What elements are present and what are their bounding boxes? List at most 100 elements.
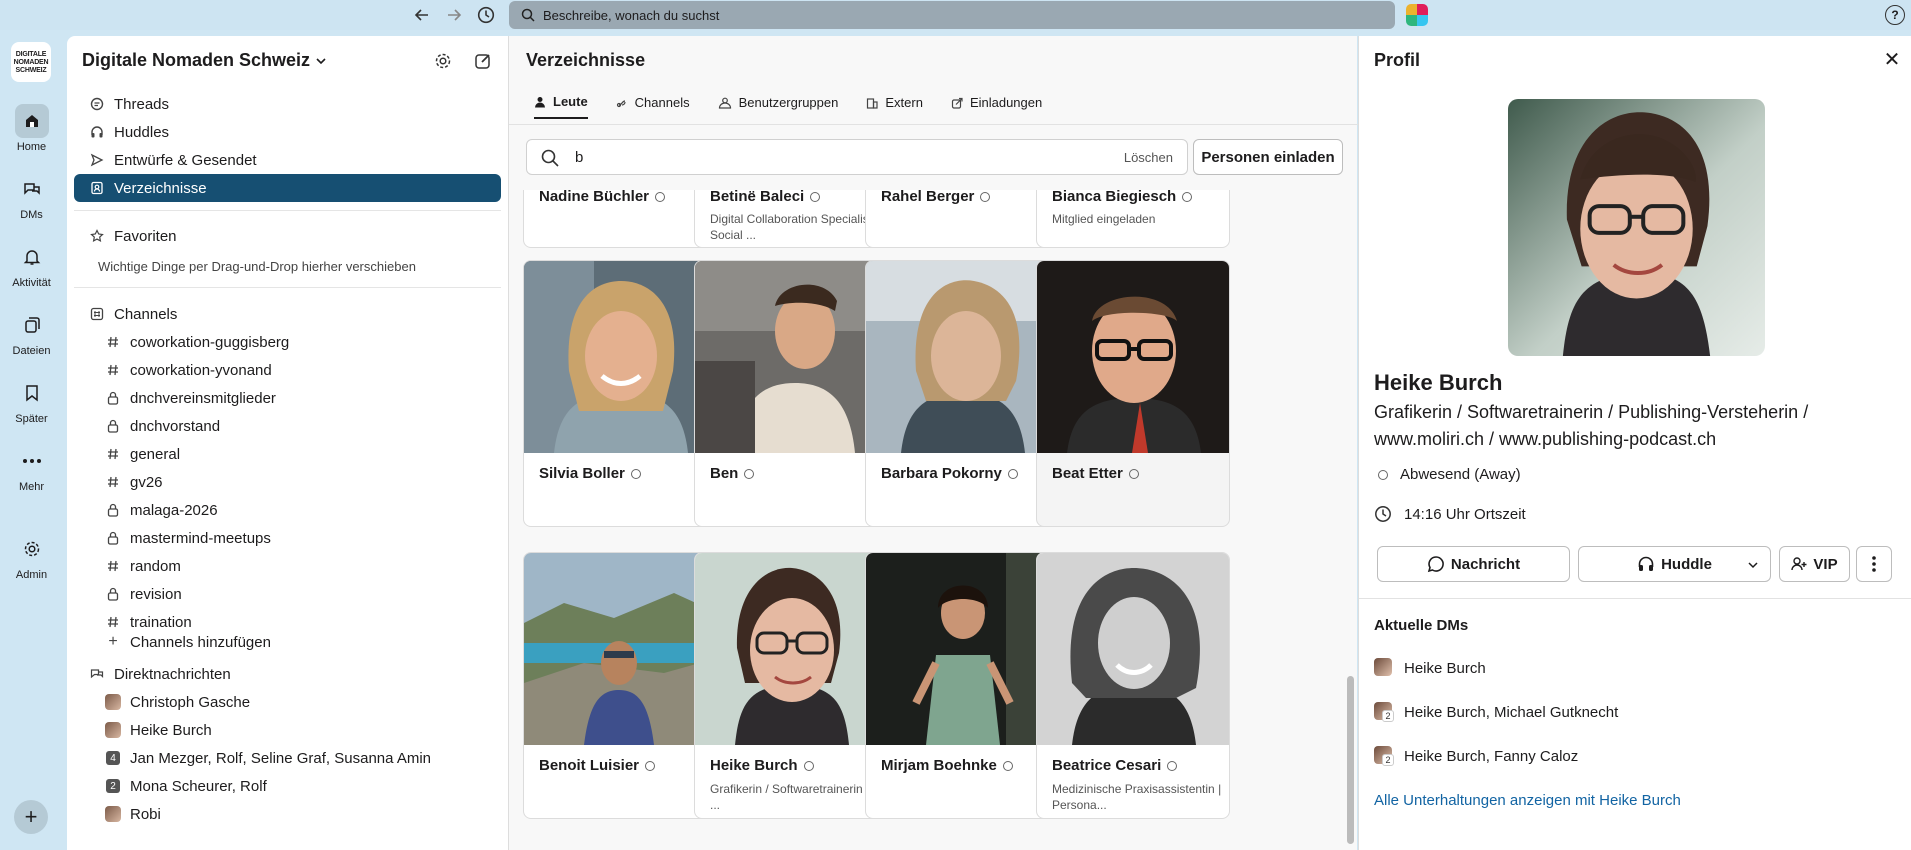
top-bar: Beschreibe, wonach du suchst ? — [0, 0, 1911, 30]
sidebar-channel-coworkation-yvonand[interactable]: coworkation-yvonand — [74, 356, 501, 384]
bookmark-icon — [15, 376, 49, 410]
recent-dms-heading: Aktuelle DMs — [1374, 617, 1469, 634]
chevron-down-icon[interactable] — [1748, 561, 1758, 569]
recent-dm-item[interactable]: Heike Burch — [1374, 658, 1486, 678]
huddle-button[interactable]: Huddle — [1578, 546, 1771, 582]
sidebar-dm-item[interactable]: 2 Mona Scheurer, Rolf — [74, 772, 501, 800]
compose-icon[interactable] — [472, 50, 494, 72]
person-card[interactable]: Benoit Luisier — [523, 552, 717, 819]
sidebar-channel-random[interactable]: random — [74, 552, 501, 580]
help-icon[interactable]: ? — [1885, 5, 1905, 25]
message-button[interactable]: Nachricht — [1377, 546, 1570, 582]
person-card[interactable]: Barbara Pokorny — [865, 260, 1059, 527]
sidebar-channel-dnchvorstand[interactable]: dnchvorstand — [74, 412, 501, 440]
tab-invitations[interactable]: Einladungen — [951, 94, 1042, 119]
sidebar-item-drafts[interactable]: Entwürfe & Gesendet — [74, 146, 501, 174]
person-card[interactable]: Silvia Boller — [523, 260, 717, 527]
hash-icon — [104, 616, 122, 628]
gear-icon — [15, 532, 49, 566]
person-card[interactable]: Heike Burch Grafikerin / Softwaretraineri… — [694, 552, 888, 819]
vip-button[interactable]: VIP — [1779, 546, 1850, 582]
rail-dms-label: DMs — [20, 209, 43, 221]
sidebar-item-huddles[interactable]: Huddles — [74, 118, 501, 146]
rail-files[interactable]: Dateien — [0, 308, 63, 357]
tab-label: Channels — [634, 95, 690, 110]
rail-later[interactable]: Später — [0, 376, 63, 425]
hash-icon — [104, 476, 122, 488]
recent-dm-item[interactable]: 2 Heike Burch, Fanny Caloz — [1374, 746, 1578, 766]
person-card[interactable]: Beatrice Cesari Medizinische Praxisassist… — [1036, 552, 1230, 819]
recent-dm-label: Heike Burch, Fanny Caloz — [1404, 747, 1579, 765]
rail-dms[interactable]: DMs — [0, 172, 63, 221]
workspace-name[interactable]: Digitale Nomaden Schweiz — [82, 50, 326, 71]
sidebar-channel-gv26[interactable]: gv26 — [74, 468, 501, 496]
sidebar-channel-mastermind-meetups[interactable]: mastermind-meetups — [74, 524, 501, 552]
person-card[interactable]: Betinë Baleci Digital Collaboration Speci… — [694, 190, 888, 248]
channels-section-header[interactable]: Channels — [74, 300, 501, 328]
forward-arrow-icon[interactable] — [443, 4, 465, 26]
sidebar-channel-general[interactable]: general — [74, 440, 501, 468]
people-search-input[interactable]: b Löschen — [526, 139, 1188, 175]
sidebar-dm-item[interactable]: Christoph Gasche — [74, 688, 501, 716]
app-logo-icon[interactable] — [1406, 4, 1428, 26]
channel-name: random — [130, 557, 181, 575]
person-photo — [695, 553, 887, 745]
person-card[interactable]: Bianca Biegiesch Mitglied eingeladen — [1036, 190, 1230, 248]
sidebar-channel-revision[interactable]: revision — [74, 580, 501, 608]
grid-scrollbar[interactable] — [1347, 676, 1354, 844]
settings-gear-icon[interactable] — [432, 50, 454, 72]
status-icon — [980, 191, 991, 202]
send-icon — [88, 153, 106, 167]
avatar — [104, 694, 122, 710]
sidebar-item-threads[interactable]: Threads — [74, 90, 501, 118]
add-workspace-button[interactable]: + — [14, 800, 48, 834]
rail-home[interactable]: Home — [0, 104, 63, 153]
person-card[interactable]: Beat Etter — [1036, 260, 1230, 527]
profile-panel: Profil ✕ Heike Burch Grafikerin / Softwa… — [1358, 36, 1911, 850]
person-card[interactable]: Nadine Büchler — [523, 190, 717, 248]
sidebar-channel-malaga-2026[interactable]: malaga-2026 — [74, 496, 501, 524]
add-channel-button[interactable]: + Channels hinzufügen — [74, 628, 501, 656]
status-icon — [744, 468, 755, 479]
profile-photo[interactable] — [1508, 99, 1765, 356]
tab-people[interactable]: Leute — [534, 94, 588, 119]
history-clock-icon[interactable] — [475, 4, 497, 26]
rail-admin[interactable]: Admin — [0, 532, 63, 581]
dms-icon — [88, 667, 106, 681]
tab-user-groups[interactable]: Benutzergruppen — [718, 94, 838, 119]
workspace-title: Digitale Nomaden Schweiz — [82, 50, 311, 70]
directory-tabs: Leute Channels Benutzergruppen Extern Ei… — [534, 94, 1042, 119]
sidebar-dm-item[interactable]: 4 Jan Mezger, Rolf, Seline Graf, Susanna … — [74, 744, 501, 772]
rail-more[interactable]: Mehr — [0, 444, 63, 493]
status-icon — [803, 760, 814, 771]
workspace-logo[interactable]: DIGITALE NOMADEN SCHWEIZ — [11, 42, 51, 82]
close-icon[interactable]: ✕ — [1882, 50, 1902, 70]
favorites-section-header[interactable]: Favoriten — [74, 222, 501, 250]
recent-dm-item[interactable]: 2 Heike Burch, Michael Gutknecht — [1374, 702, 1618, 722]
back-arrow-icon[interactable] — [411, 4, 433, 26]
global-search-input[interactable]: Beschreibe, wonach du suchst — [509, 1, 1395, 29]
more-options-button[interactable] — [1856, 546, 1892, 582]
sidebar-item-directories[interactable]: Verzeichnisse — [74, 174, 501, 202]
tab-external[interactable]: Extern — [866, 94, 923, 119]
clear-search-button[interactable]: Löschen — [1124, 150, 1173, 165]
invite-people-button[interactable]: Personen einladen — [1193, 139, 1343, 175]
dm-section-header[interactable]: Direktnachrichten — [74, 660, 501, 688]
hash-icon — [104, 560, 122, 572]
person-card[interactable]: Rahel Berger — [865, 190, 1059, 248]
person-card[interactable]: Ben — [694, 260, 888, 527]
message-button-label: Nachricht — [1450, 555, 1521, 573]
kebab-menu-icon — [1872, 556, 1876, 572]
show-all-conversations-link[interactable]: Alle Unterhaltungen anzeigen mit Heike B… — [1374, 792, 1681, 809]
tab-channels[interactable]: Channels — [616, 94, 690, 119]
person-card[interactable]: Mirjam Boehnke — [865, 552, 1059, 819]
sidebar-dm-item[interactable]: Heike Burch — [74, 716, 501, 744]
channel-name: revision — [130, 585, 182, 603]
person-name: Heike Burch — [710, 757, 814, 774]
avatar — [104, 722, 122, 738]
profile-title: Profil — [1374, 50, 1421, 70]
sidebar-dm-item[interactable]: Robi — [74, 800, 501, 828]
rail-activity[interactable]: Aktivität — [0, 240, 63, 289]
sidebar-channel-dnchvereinsmitglieder[interactable]: dnchvereinsmitglieder — [74, 384, 501, 412]
sidebar-channel-coworkation-guggisberg[interactable]: coworkation-guggisberg — [74, 328, 501, 356]
